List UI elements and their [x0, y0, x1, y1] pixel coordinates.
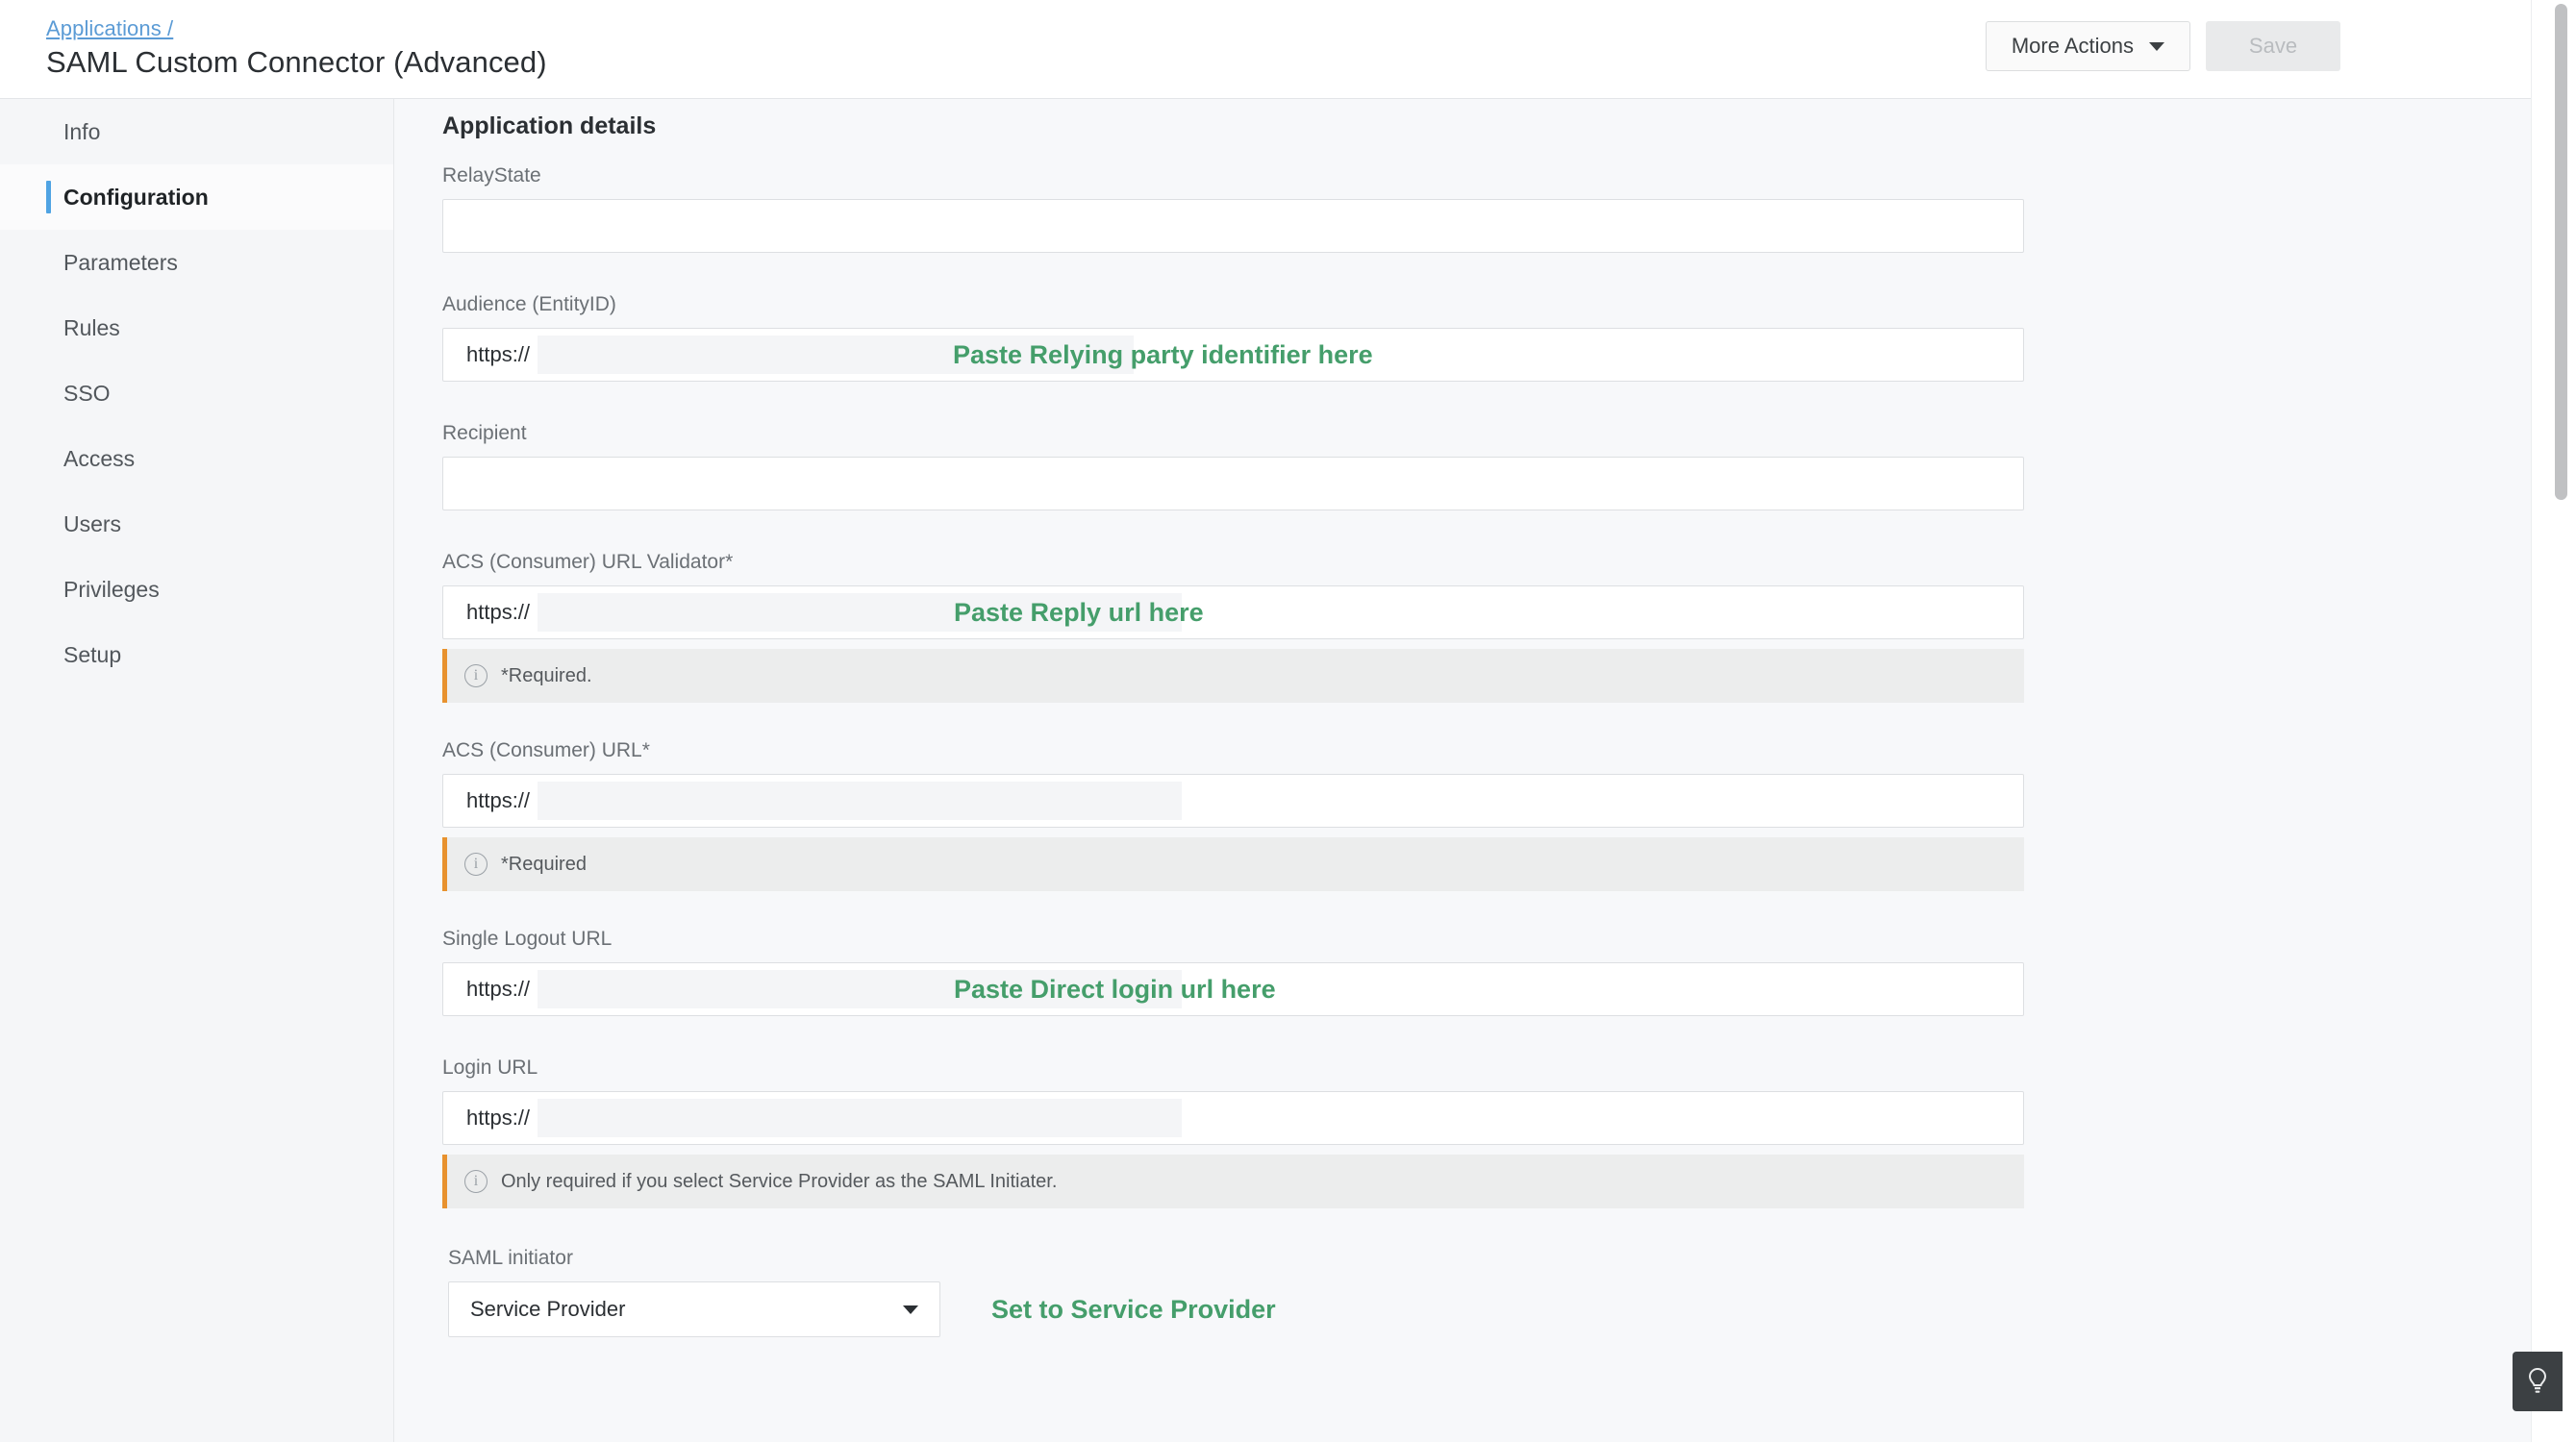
page-scrollbar[interactable] — [2553, 0, 2568, 1442]
audience-protocol-prefix: https:// — [466, 342, 531, 366]
main-content: Application details RelayState Audience … — [395, 99, 2531, 1442]
app-header: Applications / SAML Custom Connector (Ad… — [0, 0, 2576, 99]
info-circle-icon: i — [464, 853, 488, 876]
field-login-url: Login URL https:// i Only required if yo… — [442, 1057, 2077, 1208]
info-circle-icon: i — [464, 664, 488, 687]
field-acs-url: ACS (Consumer) URL* https:// i *Required — [442, 739, 2077, 891]
save-button[interactable]: Save — [2206, 21, 2340, 71]
acs-url-input[interactable]: https:// — [442, 774, 2024, 828]
sidebar-item-access[interactable]: Access — [0, 426, 393, 491]
recipient-input[interactable] — [442, 457, 2024, 510]
audience-input[interactable]: https:// Paste Relying party identifier … — [442, 328, 2024, 382]
acs-validator-input[interactable]: https:// Paste Reply url here — [442, 585, 2024, 639]
field-acs-url-validator: ACS (Consumer) URL Validator* https:// P… — [442, 551, 2077, 703]
right-rail — [2513, 0, 2576, 1442]
saml-initiator-selected-value: Service Provider — [470, 1297, 626, 1321]
sidebar-item-rules[interactable]: Rules — [0, 295, 393, 360]
acs-validator-protocol-prefix: https:// — [466, 600, 531, 624]
sidebar-item-label: SSO — [63, 380, 111, 406]
acs-url-hint: i *Required — [442, 837, 2024, 891]
info-circle-icon: i — [464, 1170, 488, 1193]
acs-validator-hint-text: *Required. — [501, 664, 592, 686]
acs-url-protocol-prefix: https:// — [466, 788, 531, 812]
login-url-protocol-prefix: https:// — [466, 1106, 531, 1130]
field-saml-initiator: SAML initiator Service Provider Set to S… — [442, 1247, 2077, 1337]
lightbulb-icon — [2528, 1367, 2547, 1393]
section-title: Application details — [442, 112, 657, 139]
login-url-hint: i Only required if you select Service Pr… — [442, 1155, 2024, 1208]
acs-url-label: ACS (Consumer) URL* — [442, 739, 650, 761]
field-relay-state: RelayState — [442, 164, 2077, 253]
sidebar-item-info[interactable]: Info — [0, 99, 393, 164]
acs-url-hint-text: *Required — [501, 853, 587, 875]
sidebar-item-parameters[interactable]: Parameters — [0, 230, 393, 295]
login-url-hint-text: Only required if you select Service Prov… — [501, 1170, 1058, 1192]
acs-validator-hint: i *Required. — [442, 649, 2024, 703]
acs-validator-annotation: Paste Reply url here — [954, 597, 1204, 627]
sidebar-item-label: Info — [63, 118, 101, 144]
sidebar-nav: Info Configuration Parameters Rules SSO … — [0, 99, 394, 1442]
audience-annotation: Paste Relying party identifier here — [953, 339, 1373, 369]
breadcrumb-applications[interactable]: Applications / — [46, 16, 173, 41]
app-root: Applications / SAML Custom Connector (Ad… — [0, 0, 2576, 1442]
acs-url-text-area[interactable] — [538, 782, 1183, 820]
single-logout-protocol-prefix: https:// — [466, 977, 531, 1001]
field-single-logout-url: Single Logout URL https:// Paste Direct … — [442, 928, 2077, 1016]
login-url-text-area[interactable] — [538, 1099, 1183, 1137]
recipient-label: Recipient — [442, 422, 527, 444]
page-title: SAML Custom Connector (Advanced) — [46, 45, 547, 79]
help-button[interactable] — [2513, 1352, 2563, 1411]
saml-initiator-select[interactable]: Service Provider — [448, 1281, 940, 1337]
saml-initiator-annotation: Set to Service Provider — [991, 1295, 1276, 1324]
sidebar-item-label: Rules — [63, 314, 120, 340]
field-recipient: Recipient — [442, 422, 2077, 510]
single-logout-annotation: Paste Direct login url here — [954, 974, 1276, 1004]
relay-state-input[interactable] — [442, 199, 2024, 253]
sidebar-item-privileges[interactable]: Privileges — [0, 557, 393, 622]
single-logout-label: Single Logout URL — [442, 928, 613, 950]
sidebar-item-configuration[interactable]: Configuration — [0, 164, 393, 230]
field-audience: Audience (EntityID) https:// Paste Relyi… — [442, 293, 2077, 382]
sidebar-item-setup[interactable]: Setup — [0, 622, 393, 687]
sidebar-item-label: Setup — [63, 641, 122, 667]
application-details-form: RelayState Audience (EntityID) https:// … — [442, 164, 2077, 1337]
login-url-label: Login URL — [442, 1057, 538, 1079]
relay-state-label: RelayState — [442, 164, 541, 186]
saml-initiator-label: SAML initiator — [448, 1247, 573, 1269]
acs-validator-label: ACS (Consumer) URL Validator* — [442, 551, 734, 573]
header-actions: More Actions Save — [1985, 21, 2340, 71]
chevron-down-icon — [2149, 41, 2164, 51]
sidebar-item-users[interactable]: Users — [0, 491, 393, 557]
sidebar-item-label: Parameters — [63, 249, 178, 275]
sidebar-item-label: Privileges — [63, 576, 160, 602]
audience-label: Audience (EntityID) — [442, 293, 616, 315]
chevron-down-icon — [903, 1305, 918, 1314]
more-actions-button[interactable]: More Actions — [1985, 21, 2190, 71]
sidebar-item-label: Users — [63, 510, 122, 536]
login-url-input[interactable]: https:// — [442, 1091, 2024, 1145]
scrollbar-thumb[interactable] — [2555, 4, 2567, 500]
more-actions-label: More Actions — [2011, 34, 2134, 58]
sidebar-item-label: Access — [63, 445, 136, 471]
sidebar-item-sso[interactable]: SSO — [0, 360, 393, 426]
sidebar-item-label: Configuration — [63, 184, 209, 210]
single-logout-input[interactable]: https:// Paste Direct login url here — [442, 962, 2024, 1016]
